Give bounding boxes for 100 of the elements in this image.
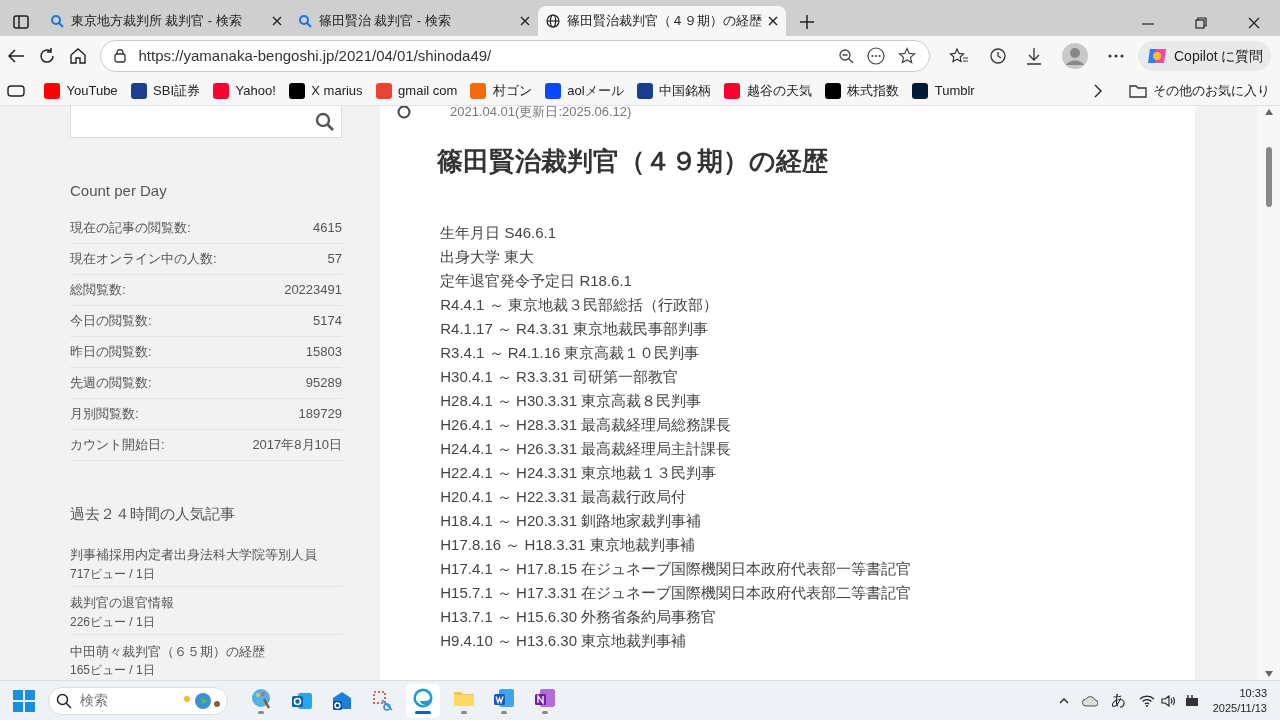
back-icon[interactable] bbox=[6, 48, 25, 64]
popular-article-link[interactable]: 裁判官の退官情報 bbox=[70, 593, 342, 613]
counter-label: 現在オンライン中の人数: bbox=[70, 249, 217, 268]
new-tab-icon[interactable] bbox=[799, 13, 815, 30]
bookmark-link[interactable]: SBI証券 bbox=[130, 80, 201, 101]
scrollbar-thumb[interactable] bbox=[1266, 147, 1272, 208]
popular-article-link[interactable]: 判事補採用内定者出身法科大学院等別人員 bbox=[70, 545, 342, 565]
bookmark-link[interactable]: X marius bbox=[288, 80, 363, 101]
counter-value: 189729 bbox=[298, 404, 342, 423]
counter-value: 15803 bbox=[305, 342, 342, 361]
windows-start-icon[interactable] bbox=[13, 689, 35, 712]
career-line: H18.4.1 ～ H20.3.31 釧路地家裁判事補 bbox=[439, 510, 703, 531]
search-field[interactable] bbox=[70, 106, 342, 138]
career-line: H26.4.1 ～ H28.3.31 最高裁経理局総務課長 bbox=[439, 414, 733, 435]
speaker-icon[interactable] bbox=[1161, 694, 1178, 707]
counter-value: 20223491 bbox=[284, 280, 342, 299]
close-icon[interactable] bbox=[520, 16, 530, 26]
bookmark-link[interactable]: 越谷の天気 bbox=[724, 80, 812, 101]
counter-label: 月別閲覧数: bbox=[70, 404, 139, 423]
search-icon bbox=[50, 14, 64, 28]
bookmark-link[interactable]: aolメール bbox=[544, 80, 624, 101]
paint-palette-icon bbox=[250, 687, 273, 709]
counter-value: 4615 bbox=[313, 218, 342, 237]
career-line: R4.1.17 ～ R4.3.31 東京地裁民事部判事 bbox=[439, 318, 709, 339]
battery-plug-icon[interactable] bbox=[1183, 693, 1200, 708]
browser-tab[interactable]: 篠田賢治裁判官（４９期）の経歴 bbox=[538, 6, 786, 36]
taskbar-search-field[interactable]: 検索 bbox=[48, 686, 228, 715]
more-icon[interactable] bbox=[866, 47, 885, 65]
counter-label: 先週の閲覧数: bbox=[70, 373, 152, 392]
search-input[interactable]: 検索 bbox=[78, 689, 174, 712]
scroll-up-icon[interactable] bbox=[1265, 109, 1273, 116]
bookmark-link[interactable]: YouTube bbox=[44, 80, 118, 101]
bookmark-link[interactable]: Tumblr bbox=[912, 80, 975, 101]
cloud-icon[interactable] bbox=[1081, 694, 1098, 707]
career-line: H9.4.10 ～ H13.6.30 東京地裁判事補 bbox=[439, 630, 688, 651]
chevron-up-icon[interactable] bbox=[1058, 697, 1069, 704]
address-bar[interactable]: https://yamanaka-bengoshi.jp/2021/04/01/shinoda49/ bbox=[99, 40, 930, 72]
more-icon[interactable] bbox=[1107, 53, 1125, 59]
ime-indicator[interactable]: あ bbox=[1110, 689, 1126, 712]
history-icon[interactable] bbox=[988, 47, 1007, 65]
zoom-out-icon[interactable] bbox=[837, 48, 854, 64]
scissors-icon bbox=[371, 689, 394, 712]
url-text: https://yamanaka-bengoshi.jp/2021/04/01/shinoda49/ bbox=[138, 45, 493, 66]
chevron-right-icon[interactable] bbox=[1092, 83, 1103, 98]
avatar-icon[interactable] bbox=[1061, 43, 1088, 69]
career-line: 出身大学 東大 bbox=[439, 246, 536, 267]
career-line: 生年月日 S46.6.1 bbox=[439, 222, 558, 243]
counter-label: 総閲覧数: bbox=[70, 280, 126, 299]
clock-date[interactable]: 2025/11/13 bbox=[1212, 700, 1267, 716]
counter-value: 57 bbox=[327, 249, 342, 268]
lock-icon bbox=[113, 49, 126, 63]
scrollbar[interactable] bbox=[1258, 106, 1280, 680]
career-line: H13.7.1 ～ H15.6.30 外務省条約局事務官 bbox=[439, 606, 718, 627]
bookmark-link[interactable]: 中国銘柄 bbox=[636, 80, 712, 101]
career-line: H15.7.1 ～ H17.3.31 在ジュネーブ国際機関日本政府代表部二等書記官 bbox=[439, 582, 913, 603]
career-line: R4.4.1 ～ 東京地裁３民部総括（行政部） bbox=[439, 294, 719, 315]
scroll-down-icon[interactable] bbox=[1265, 670, 1273, 677]
download-icon[interactable] bbox=[1026, 47, 1042, 65]
mail-envelope-icon bbox=[331, 689, 354, 712]
folder-icon bbox=[1128, 83, 1147, 98]
counter-value: 5174 bbox=[313, 311, 342, 330]
counter-label: 昨日の閲覧数: bbox=[70, 342, 152, 361]
tab-bar-icon[interactable] bbox=[6, 84, 25, 97]
copilot-button[interactable]: Copilot に質問 bbox=[1138, 40, 1271, 72]
browser-tab[interactable]: 篠田賢治 裁判官 - 検索 bbox=[290, 6, 538, 36]
restore-icon[interactable] bbox=[1193, 15, 1208, 30]
search-icon bbox=[298, 14, 312, 28]
bookmark-link[interactable]: 村ゴン bbox=[470, 80, 532, 101]
close-icon[interactable] bbox=[1246, 15, 1261, 30]
close-icon[interactable] bbox=[768, 16, 778, 26]
browser-tab[interactable]: 東京地方裁判所 裁判官 - 検索 bbox=[42, 6, 290, 36]
refresh-icon[interactable] bbox=[37, 47, 56, 65]
search-icon bbox=[55, 692, 72, 709]
other-bookmarks-link[interactable]: その他のお気に入り bbox=[1128, 80, 1271, 101]
career-line: H17.8.16 ～ H18.3.31 東京地裁判事補 bbox=[439, 534, 696, 555]
counter-value: 95289 bbox=[305, 373, 342, 392]
bookmark-link[interactable]: 株式指数 bbox=[824, 80, 900, 101]
search-icon[interactable] bbox=[314, 111, 335, 132]
bookmark-link[interactable]: Yahoo! bbox=[213, 80, 276, 101]
browser-icon bbox=[412, 687, 435, 709]
bookmark-link[interactable]: gmail com bbox=[375, 80, 458, 101]
career-line: R3.4.1 ～ R4.1.16 東京高裁１０民判事 bbox=[439, 342, 701, 363]
view-count: 717ビュー / 1日 bbox=[70, 565, 156, 583]
document-app-icon bbox=[493, 687, 516, 709]
wifi-icon[interactable] bbox=[1138, 694, 1155, 707]
popular-article-link[interactable]: 中田萌々裁判官（６５期）の経歴 bbox=[70, 641, 342, 661]
counter-value: 2017年8月10日 bbox=[252, 435, 342, 454]
tab-actions-icon[interactable] bbox=[13, 13, 29, 30]
close-icon[interactable] bbox=[272, 16, 282, 26]
view-count: 226ビュー / 1日 bbox=[70, 613, 156, 631]
counter-label: カウント開始日: bbox=[70, 435, 165, 454]
career-line: H30.4.1 ～ R3.3.31 司研第一部教官 bbox=[439, 366, 679, 387]
widget-title: 過去２４時間の人気記事 bbox=[70, 503, 236, 524]
clock-time[interactable]: 10:33 bbox=[1212, 685, 1267, 701]
career-line: H20.4.1 ～ H22.3.31 最高裁行政局付 bbox=[439, 486, 688, 507]
counter-label: 現在の記事の閲覧数: bbox=[70, 218, 191, 237]
star-icon[interactable] bbox=[897, 47, 916, 65]
favorites-icon[interactable] bbox=[949, 47, 969, 65]
taskbar-app[interactable] bbox=[406, 683, 441, 718]
home-icon[interactable] bbox=[68, 47, 87, 65]
